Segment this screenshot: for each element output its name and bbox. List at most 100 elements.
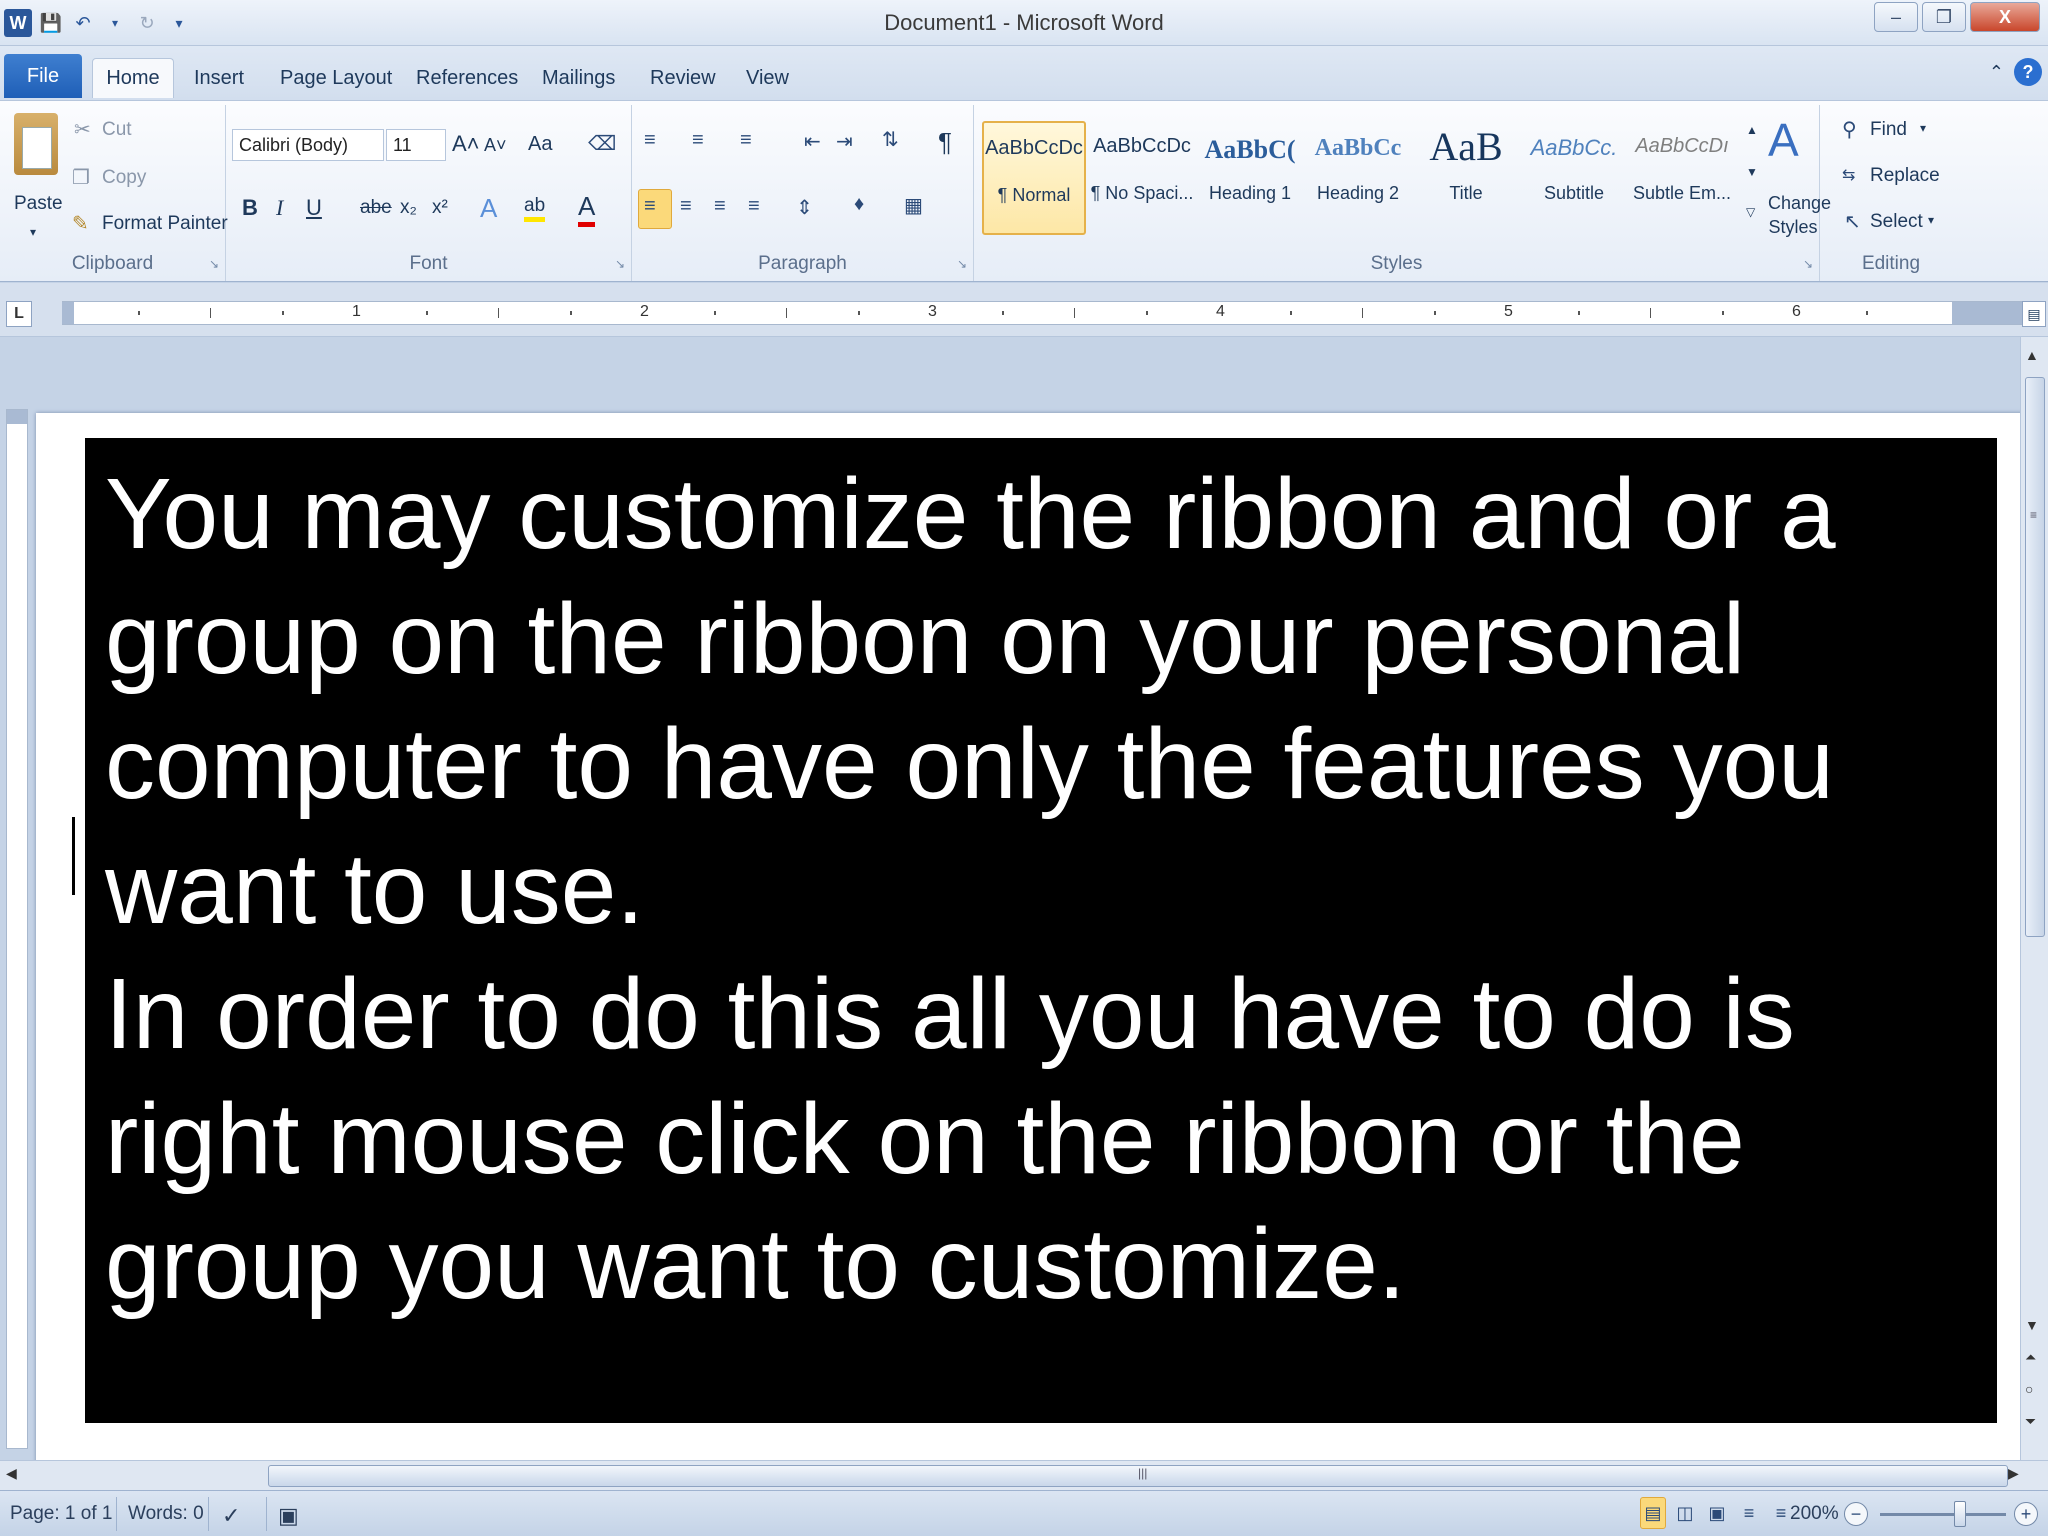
- align-left-icon[interactable]: ≡: [644, 195, 656, 218]
- change-styles-icon[interactable]: A: [1768, 113, 1799, 167]
- show-marks-button[interactable]: ¶: [938, 127, 952, 158]
- zoom-in-button[interactable]: +: [2014, 1502, 2038, 1526]
- zoom-level[interactable]: 200%: [1790, 1503, 1839, 1525]
- horizontal-scroll-thumb[interactable]: |||: [268, 1465, 2008, 1487]
- paragraph-2[interactable]: In order to do this all you have to do i…: [105, 958, 1795, 1320]
- font-color-button[interactable]: A: [578, 191, 596, 227]
- style-title[interactable]: AaB Title: [1414, 121, 1518, 235]
- scroll-up-icon[interactable]: ▲: [2025, 347, 2039, 363]
- paste-button[interactable]: Paste: [14, 193, 63, 215]
- paragraph-1[interactable]: You may customize the ribbon and or a gr…: [105, 458, 1836, 945]
- align-right-icon[interactable]: ≡: [714, 195, 726, 218]
- superscript-button[interactable]: x²: [432, 197, 448, 219]
- outline-icon[interactable]: ≡: [1736, 1497, 1762, 1529]
- font-name-combo[interactable]: Calibri (Body): [232, 129, 384, 161]
- italic-button[interactable]: I: [276, 195, 283, 221]
- tab-insert[interactable]: Insert: [186, 58, 252, 98]
- grow-font-button[interactable]: A˄: [452, 131, 480, 157]
- find-button[interactable]: Find: [1870, 119, 1907, 141]
- web-layout-icon[interactable]: ▣: [1704, 1497, 1730, 1529]
- document-text[interactable]: You may customize the ribbon and or a gr…: [105, 452, 1975, 1327]
- styles-scroll-up-icon[interactable]: ▲: [1746, 123, 1758, 137]
- font-size-combo[interactable]: 11: [386, 129, 446, 161]
- shading-icon[interactable]: ♦: [854, 193, 864, 216]
- cut-icon[interactable]: ✂: [74, 117, 91, 142]
- style-subtitle[interactable]: AaBbCc. Subtitle: [1522, 121, 1626, 235]
- highlight-button[interactable]: ab: [524, 195, 546, 222]
- decrease-indent-icon[interactable]: ⇤: [804, 129, 821, 154]
- multilevel-list-icon[interactable]: ≡: [740, 129, 752, 152]
- bullets-icon[interactable]: ≡: [644, 129, 656, 152]
- minimize-ribbon-icon[interactable]: ⌃: [1989, 62, 2004, 83]
- font-launcher-icon[interactable]: ↘: [615, 257, 625, 271]
- shrink-font-button[interactable]: A˅: [484, 135, 507, 156]
- find-icon[interactable]: ⚲: [1842, 117, 1857, 142]
- scroll-right-icon[interactable]: ▶: [2008, 1465, 2019, 1482]
- change-case-button[interactable]: Aa: [528, 133, 552, 156]
- tab-page-layout[interactable]: Page Layout: [272, 58, 400, 98]
- tab-file[interactable]: File: [4, 54, 82, 98]
- styles-launcher-icon[interactable]: ↘: [1803, 257, 1813, 271]
- horizontal-ruler[interactable]: 1 2 3 4 5 6: [62, 301, 2022, 325]
- copy-button[interactable]: Copy: [102, 167, 146, 189]
- replace-button[interactable]: Replace: [1870, 165, 1940, 187]
- zoom-slider[interactable]: [1880, 1513, 2006, 1516]
- increase-indent-icon[interactable]: ⇥: [836, 129, 853, 154]
- sort-icon[interactable]: ⇅: [882, 127, 899, 152]
- underline-button[interactable]: U: [306, 195, 322, 221]
- help-icon[interactable]: ?: [2014, 58, 2042, 86]
- style-no-spacing[interactable]: AaBbCcDc ¶ No Spaci...: [1090, 121, 1194, 235]
- paragraph-launcher-icon[interactable]: ↘: [957, 257, 967, 271]
- style-heading-1[interactable]: AaBbC( Heading 1: [1198, 121, 1302, 235]
- numbering-icon[interactable]: ≡: [692, 129, 704, 152]
- print-layout-icon[interactable]: ▤: [1640, 1497, 1666, 1529]
- vertical-ruler[interactable]: [6, 409, 28, 1449]
- change-styles-button[interactable]: Change Styles: [1768, 191, 1831, 239]
- copy-icon[interactable]: ❐: [72, 165, 90, 190]
- text-box[interactable]: You may customize the ribbon and or a gr…: [85, 438, 1997, 1423]
- next-page-icon[interactable]: ⏷: [2025, 1413, 2036, 1430]
- style-subtle-emphasis[interactable]: AaBbCcDı Subtle Em...: [1630, 121, 1734, 235]
- subscript-button[interactable]: x₂: [400, 197, 417, 219]
- tab-mailings[interactable]: Mailings: [534, 58, 623, 98]
- replace-icon[interactable]: ⇆: [1842, 165, 1855, 185]
- previous-page-icon[interactable]: ⏶: [2025, 1349, 2036, 1366]
- restore-button[interactable]: ❐: [1922, 2, 1966, 32]
- scroll-down-icon[interactable]: ▼: [2025, 1317, 2039, 1333]
- tab-view[interactable]: View: [738, 58, 797, 98]
- paste-dropdown-icon[interactable]: ▾: [30, 225, 36, 239]
- minimize-button[interactable]: –: [1874, 2, 1918, 32]
- cut-button[interactable]: Cut: [102, 119, 132, 141]
- justify-icon[interactable]: ≡: [748, 195, 760, 218]
- find-dropdown-icon[interactable]: ▾: [1920, 121, 1926, 135]
- styles-more-icon[interactable]: ▽: [1746, 205, 1755, 219]
- proofing-icon[interactable]: ✓: [222, 1503, 240, 1529]
- line-spacing-icon[interactable]: ⇕: [796, 195, 813, 220]
- style-normal[interactable]: AaBbCcDc ¶ Normal: [982, 121, 1086, 235]
- select-dropdown-icon[interactable]: ▾: [1928, 213, 1934, 227]
- zoom-out-button[interactable]: −: [1844, 1502, 1868, 1526]
- text-effects-button[interactable]: A: [480, 193, 497, 224]
- styles-scroll-down-icon[interactable]: ▼: [1746, 165, 1758, 179]
- tab-home[interactable]: Home: [92, 58, 174, 98]
- select-button[interactable]: Select: [1870, 211, 1923, 233]
- macro-recording-icon[interactable]: ▣: [278, 1503, 299, 1529]
- strikethrough-button[interactable]: abe: [360, 197, 392, 219]
- horizontal-scrollbar[interactable]: ◀ ||| ▶: [0, 1460, 2048, 1490]
- format-painter-button[interactable]: Format Painter: [102, 213, 228, 235]
- tab-references[interactable]: References: [408, 58, 526, 98]
- page-count[interactable]: Page: 1 of 1: [10, 1503, 112, 1525]
- borders-icon[interactable]: ▦: [904, 193, 923, 218]
- paste-icon[interactable]: [14, 113, 58, 175]
- tab-review[interactable]: Review: [642, 58, 724, 98]
- bold-button[interactable]: B: [242, 195, 258, 221]
- format-painter-icon[interactable]: ✎: [72, 211, 89, 236]
- clear-formatting-icon[interactable]: ⌫: [588, 131, 616, 156]
- scroll-left-icon[interactable]: ◀: [6, 1465, 17, 1482]
- tab-selector-button[interactable]: L: [6, 301, 32, 327]
- vertical-scrollbar[interactable]: ▲ ≡ ▼ ⏶ ○ ⏷: [2020, 337, 2048, 1460]
- view-ruler-icon[interactable]: ▤: [2022, 301, 2046, 327]
- zoom-slider-thumb[interactable]: [1954, 1501, 1966, 1527]
- full-screen-reading-icon[interactable]: ◫: [1672, 1497, 1698, 1529]
- select-icon[interactable]: ↖: [1844, 209, 1861, 234]
